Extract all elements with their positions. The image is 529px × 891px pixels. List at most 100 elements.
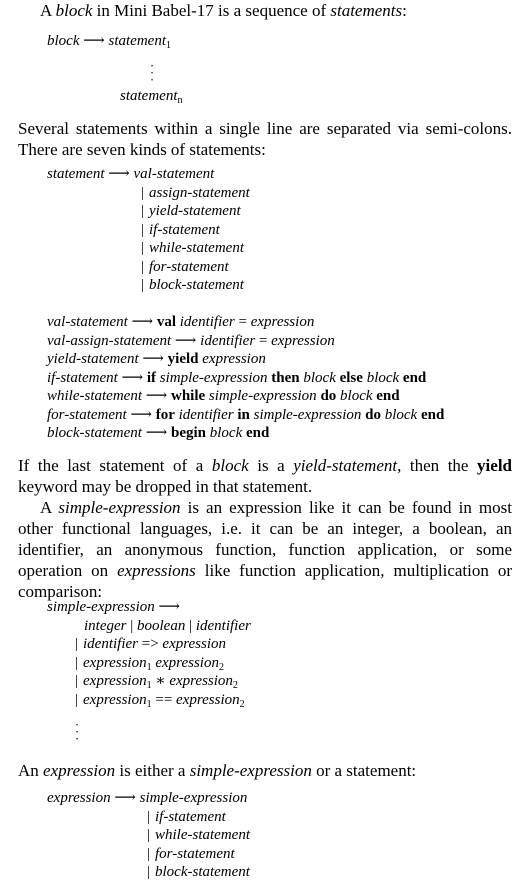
grammar-rule-row: yield-statement ⟶ yield expression: [47, 350, 444, 369]
text-run: keyword may be dropped in that statement…: [18, 477, 313, 496]
statements-paragraph: Several statements within a single line …: [18, 119, 512, 159]
grammar-rule-row: while-statement ⟶ while simple-expressio…: [47, 387, 444, 406]
simple-expression-paragraph: A simple-expression is an expression lik…: [18, 497, 512, 602]
term: expression: [83, 673, 147, 689]
rule-alt: simple-expression: [139, 790, 248, 806]
grammar-rule-row: val-assign-statement ⟶ identifier = expr…: [47, 332, 444, 351]
simple-expression-rule: simple-expression ⟶: [47, 598, 180, 617]
term: block: [303, 369, 336, 386]
subscript: 2: [232, 680, 238, 691]
yield-paragraph: If the last statement of a block is a yi…: [18, 455, 512, 497]
term: expression: [271, 332, 335, 349]
text-run: |: [126, 617, 138, 634]
keyword: end: [420, 406, 445, 423]
bar-separator: |: [75, 636, 79, 652]
rule-lhs: block: [47, 33, 80, 49]
term: expression: [43, 761, 116, 780]
subscript: 1: [146, 661, 152, 673]
rule-alt-row: | if-statement: [141, 221, 250, 240]
term: expression: [176, 691, 240, 708]
arrow-icon: ⟶: [131, 314, 154, 330]
vertical-ellipsis-icon: · · ·: [74, 717, 80, 746]
bar-separator: |: [147, 808, 151, 825]
rule-lhs: for-statement: [47, 406, 127, 423]
rule-alt: block-statement: [155, 864, 250, 880]
text-run: An: [18, 761, 44, 780]
arrow-icon: ⟶: [174, 332, 197, 349]
rule-alt-row: | for-statement: [147, 845, 250, 864]
term-block: block: [55, 1, 93, 20]
simple-expression-base-alts: integer | boolean | identifier: [84, 617, 251, 636]
text-run: , then the: [397, 456, 478, 475]
text-run: ==: [151, 691, 177, 708]
bar-separator: |: [141, 221, 145, 238]
rule-rhs: statement: [108, 33, 167, 49]
keyword: do: [320, 388, 337, 404]
text-run: A: [40, 1, 56, 20]
rule-alt: for-statement: [149, 258, 229, 275]
simple-expression-alternatives: | identifier => expression | expression1 ex…: [75, 635, 245, 709]
rule-alt: for-statement: [155, 845, 235, 862]
text-run: A: [40, 498, 59, 517]
term: boolean: [137, 617, 186, 634]
subscript: n: [177, 95, 183, 106]
bar-separator: |: [141, 277, 145, 293]
expression-paragraph: An expression is either a simple-express…: [18, 760, 416, 781]
rule-alt: block-statement: [149, 277, 244, 293]
rule-alt-row: | for-statement: [141, 258, 250, 277]
term: simple-expression: [253, 406, 362, 423]
rule-lhs: val-statement: [47, 314, 128, 330]
text-run: If the last statement of a: [18, 456, 212, 475]
rule-alt-row: | if-statement: [147, 808, 250, 827]
rule-alt-row: | identifier => expression: [75, 635, 245, 654]
text-run: =: [255, 332, 272, 349]
arrow-icon: ⟶: [145, 388, 168, 404]
arrow-icon: ⟶: [83, 33, 105, 49]
keyword: yield: [477, 456, 512, 475]
rule-alt-row: | assign-statement: [141, 184, 250, 203]
term: identifier: [179, 314, 235, 330]
arrow-icon: ⟶: [114, 790, 136, 806]
expression-alternatives: | if-statement | while-statement | for-stat…: [147, 808, 250, 882]
text-run: :: [402, 1, 407, 20]
term: identifier: [178, 406, 234, 423]
bar-separator: |: [147, 864, 151, 880]
bar-separator: |: [75, 691, 79, 708]
term: block: [366, 369, 400, 386]
bar-separator: |: [147, 845, 151, 862]
expression-rule: expression ⟶ simple-expression: [47, 789, 247, 808]
intro-paragraph: A block in Mini Babel-17 is a sequence o…: [40, 0, 407, 21]
keyword: else: [339, 369, 363, 386]
keyword: yield: [167, 351, 199, 367]
subscript: 2: [218, 661, 224, 673]
statement-kind-rules: val-statement ⟶ val identifier = express…: [47, 313, 444, 443]
vertical-ellipsis-icon: · · ·: [149, 58, 155, 87]
text-run: ∗: [151, 673, 170, 689]
term: block: [340, 388, 373, 404]
bar-separator: |: [141, 240, 145, 256]
rule-lhs: while-statement: [47, 388, 142, 404]
text-run: or a statement:: [311, 761, 417, 780]
grammar-rule-row: block-statement ⟶ begin block end: [47, 424, 444, 443]
text-run: is either a: [115, 761, 190, 780]
keyword: for: [155, 406, 175, 423]
rule-lhs: simple-expression: [47, 599, 155, 615]
term: yield-statement: [293, 456, 398, 475]
rule-alt-row: | yield-statement: [141, 202, 250, 221]
bar-separator: |: [141, 258, 145, 275]
text-run: in Mini Babel-17 is a sequence of: [92, 1, 331, 20]
statement-alternatives: | assign-statement | yield-statement | if-s…: [141, 184, 250, 295]
arrow-icon: ⟶: [108, 166, 130, 182]
arrow-icon: ⟶: [142, 351, 164, 367]
keyword: in: [237, 406, 250, 423]
term: simple-expression: [189, 761, 312, 780]
keyword: if: [146, 369, 157, 386]
term: identifier: [200, 332, 256, 349]
keyword: val: [156, 314, 176, 330]
rule-alt-row: | while-statement: [141, 239, 250, 258]
rule-alt-row: | expression1 expression2: [75, 654, 245, 673]
term-statements: statements: [330, 1, 403, 20]
statement-rule: statement ⟶ val-statement: [47, 165, 214, 184]
term: expression: [155, 654, 219, 671]
keyword: end: [376, 388, 400, 404]
